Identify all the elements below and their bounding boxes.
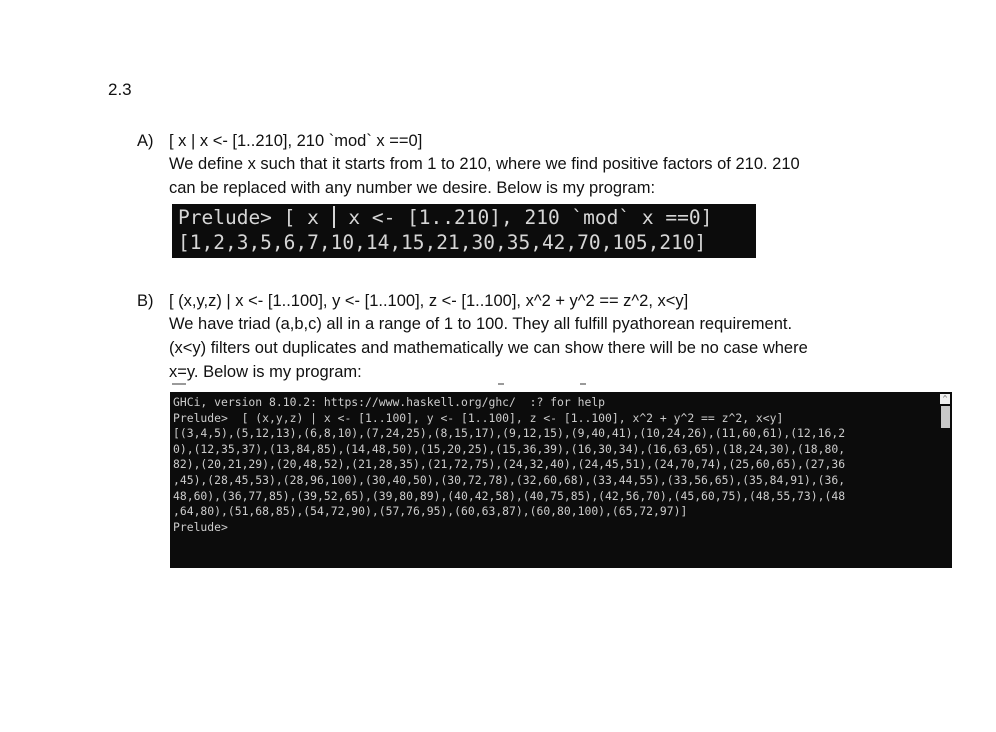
item-b-expression: [ (x,y,z) | x <- [1..100], y <- [1..100]… <box>169 292 689 310</box>
item-b-letter: B) <box>137 292 154 310</box>
terminal-a-output: [1,2,3,5,6,7,10,14,15,21,30,35,42,70,105… <box>178 231 707 254</box>
item-b: B) [ (x,y,z) | x <- [1..100], y <- [1..1… <box>137 290 808 384</box>
item-a-desc-line: can be replaced with any number we desir… <box>169 179 656 197</box>
terminal-a-command-part2: x <- [1..210], 210 `mod` x ==0] <box>336 206 713 229</box>
item-a-description: We define x such that it starts from 1 t… <box>169 152 800 200</box>
item-b-description: We have triad (a,b,c) all in a range of … <box>169 312 808 384</box>
terminal-screenshot-b: GHCi, version 8.10.2: https://www.haskel… <box>170 392 952 568</box>
cropped-image-edge <box>172 383 612 387</box>
terminal-b-line: 48,60),(36,77,85),(39,52,65),(39,80,89),… <box>173 488 846 503</box>
edge-mark <box>172 383 186 385</box>
item-b-desc-line: We have triad (a,b,c) all in a range of … <box>169 315 793 333</box>
item-a-letter: A) <box>137 132 154 150</box>
terminal-b-line: Prelude> [ (x,y,z) | x <- [1..100], y <-… <box>173 410 784 425</box>
terminal-b-line: 82),(20,21,29),(20,48,52),(21,28,35),(21… <box>173 457 846 472</box>
item-b-desc-line: (x<y) filters out duplicates and mathema… <box>169 339 808 357</box>
scroll-up-arrow-icon[interactable]: ^ <box>940 394 950 404</box>
terminal-b-line: ,64,80),(51,68,85),(54,72,90),(57,76,95)… <box>173 504 688 519</box>
item-a-desc-line: We define x such that it starts from 1 t… <box>169 155 800 173</box>
terminal-scrollbar[interactable]: ^ <box>939 392 952 568</box>
terminal-b-line: [(3,4,5),(5,12,13),(6,8,10),(7,24,25),(8… <box>173 426 846 441</box>
item-b-desc-line: x=y. Below is my program: <box>169 363 362 381</box>
terminal-screenshot-a: Prelude> [ x x <- [1..210], 210 `mod` x … <box>172 204 756 258</box>
item-a: A) [ x | x <- [1..210], 210 `mod` x ==0]… <box>137 130 800 200</box>
terminal-a-prompt: Prelude> <box>178 206 272 229</box>
item-b-header: B) [ (x,y,z) | x <- [1..100], y <- [1..1… <box>137 290 808 312</box>
edge-mark <box>498 383 504 385</box>
terminal-b-line: 0),(12,35,37),(13,84,85),(14,48,50),(15,… <box>173 441 846 456</box>
terminal-a-command-part1: [ x <box>271 206 331 229</box>
terminal-a-command-line: Prelude> [ x x <- [1..210], 210 `mod` x … <box>178 205 756 230</box>
terminal-b-line: Prelude> <box>173 519 228 534</box>
edge-mark <box>580 383 586 385</box>
terminal-b-line: GHCi, version 8.10.2: https://www.haskel… <box>173 395 606 409</box>
terminal-b-line: ,45),(28,45,53),(28,96,100),(30,40,50),(… <box>173 472 846 487</box>
text-cursor-icon <box>332 206 335 228</box>
item-a-expression: [ x | x <- [1..210], 210 `mod` x ==0] <box>169 132 423 150</box>
section-number: 2.3 <box>108 80 132 99</box>
item-a-header: A) [ x | x <- [1..210], 210 `mod` x ==0] <box>137 130 800 152</box>
scroll-thumb[interactable] <box>941 406 950 428</box>
